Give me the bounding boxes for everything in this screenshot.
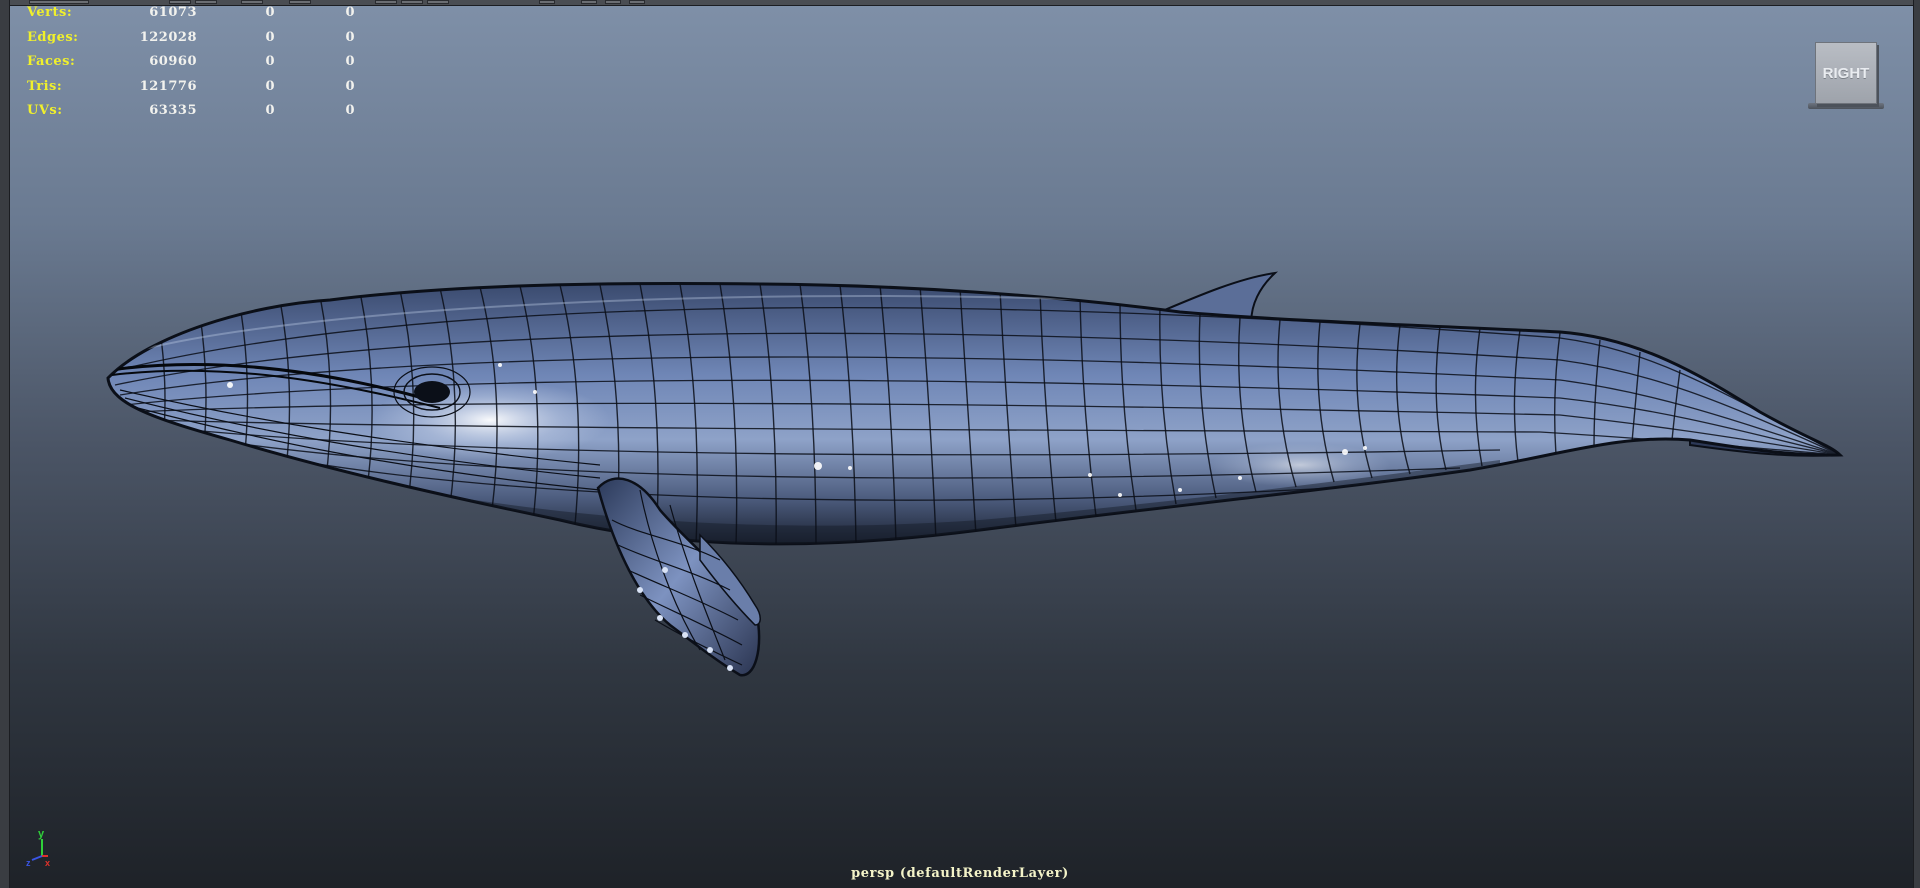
hud-value-component: 0 xyxy=(345,29,355,45)
hud-row-edges: Edges: 122028 0 0 xyxy=(27,29,355,55)
hud-value-component: 0 xyxy=(345,78,355,94)
hud-label: Faces: xyxy=(27,54,76,69)
viewport-right-border xyxy=(1913,0,1920,888)
hud-value-selected: 0 xyxy=(265,54,275,69)
view-cube-face-label: RIGHT xyxy=(1822,64,1870,82)
hud-value-selected: 0 xyxy=(265,5,275,20)
hud-label: Verts: xyxy=(27,5,73,20)
viewport-left-border xyxy=(0,0,10,888)
hud-value-component: 0 xyxy=(345,103,355,118)
hud-row-uvs: UVs: 63335 0 0 xyxy=(27,103,355,128)
view-cube[interactable]: RIGHT xyxy=(1815,42,1877,104)
poly-count-hud: Verts: 61073 0 0 Edges: 122028 0 0 Faces… xyxy=(27,5,355,128)
hud-label: Tris: xyxy=(27,78,63,94)
hud-value-selected: 0 xyxy=(265,78,275,94)
hud-value-total: 121776 xyxy=(139,78,197,94)
hud-row-verts: Verts: 61073 0 0 xyxy=(27,5,355,30)
whale-model[interactable] xyxy=(0,0,1920,888)
hud-row-faces: Faces: 60960 0 0 xyxy=(27,54,355,79)
hud-value-component: 0 xyxy=(345,54,355,69)
hud-row-tris: Tris: 121776 0 0 xyxy=(27,78,355,104)
axis-x-label: x xyxy=(45,858,50,866)
perspective-viewport[interactable]: Verts: 61073 0 0 Edges: 122028 0 0 Faces… xyxy=(0,0,1920,888)
hud-value-total: 63335 xyxy=(149,103,197,118)
hud-label: UVs: xyxy=(27,103,63,118)
axis-z-line xyxy=(31,855,43,861)
axis-z-label: z xyxy=(26,858,31,866)
axis-y-label: y xyxy=(38,828,45,840)
hud-value-selected: 0 xyxy=(265,103,275,118)
hud-value-total: 61073 xyxy=(149,5,197,20)
camera-label: persp (defaultRenderLayer) xyxy=(851,866,1069,881)
hud-value-total: 122028 xyxy=(139,29,197,45)
hud-value-total: 60960 xyxy=(149,54,197,69)
axis-gizmo-icon: y z x xyxy=(26,828,50,866)
hud-value-component: 0 xyxy=(345,5,355,20)
hud-value-selected: 0 xyxy=(265,29,275,45)
hud-label: Edges: xyxy=(27,29,79,45)
